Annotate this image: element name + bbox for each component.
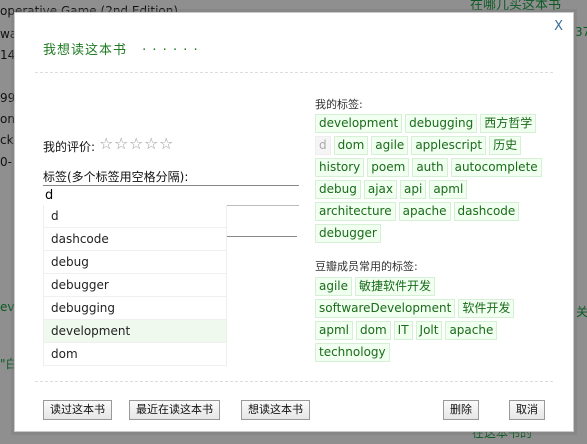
tag-chip[interactable]: agile [315,277,353,296]
tag-chip[interactable]: IT [393,321,413,340]
read-book-button[interactable]: 读过这本书 [43,400,112,420]
tag-chip[interactable]: debug [315,180,361,199]
tag-chip[interactable]: poem [367,158,410,177]
tag-chip[interactable]: debugging [405,114,478,133]
dialog-title-text: 我想读这本书 [43,43,128,58]
tag-chip[interactable]: api [400,180,427,199]
autocomplete-dropdown: d dashcode debug debugger debugging deve… [43,205,227,366]
tags-input[interactable] [43,185,299,206]
dialog-title: 我想读这本书 · · · · · · [43,39,199,58]
tag-chip[interactable]: auth [412,158,448,177]
tag-chip[interactable]: Jolt [415,321,443,340]
tag-chip[interactable]: autocomplete [450,158,542,177]
autocomplete-item[interactable]: debugger [44,274,226,297]
tag-chip[interactable]: debugger [315,224,381,243]
tags-label: 标签(多个标签用空格分隔): [43,170,189,184]
tag-chip[interactable]: architecture [315,202,396,221]
popular-tags-label: 豆瓣成员常用的标签: [315,260,418,273]
tag-chip[interactable]: apml [429,180,468,199]
tag-chip[interactable]: d [315,136,331,155]
tag-chip[interactable]: 西方哲学 [480,114,537,133]
divider [225,236,297,237]
autocomplete-item-active[interactable]: development [44,320,226,343]
cancel-button[interactable]: 取消 [509,400,545,420]
tag-chip[interactable]: softwareDevelopment [315,299,456,318]
bg-text-line: ck [0,133,14,147]
tag-chip[interactable]: apache [398,202,451,221]
tag-chip[interactable]: dom [333,136,369,155]
tag-chip[interactable]: agile [371,136,409,155]
rating-stars[interactable]: ☆☆☆☆☆ [99,134,174,153]
delete-button[interactable]: 删除 [443,400,479,420]
tag-chip[interactable]: history [315,158,365,177]
dialog-title-dots: · · · · · · [142,43,199,58]
want-book-button[interactable]: 想读这本书 [241,400,310,420]
tag-chip[interactable]: applescript [411,136,487,155]
tag-chip[interactable]: apache [445,321,498,340]
star-icon[interactable]: ☆ [129,134,144,153]
autocomplete-item[interactable]: dashcode [44,228,226,251]
autocomplete-item[interactable]: debug [44,251,226,274]
popular-tags-list: agile 敏捷软件开发 softwareDevelopment 软件开发 apml do… [315,277,545,365]
want-to-read-dialog: X 我想读这本书 · · · · · · 我的评价: ☆☆☆☆☆ 标签(多个标签… [14,12,574,432]
tag-chip[interactable]: development [315,114,403,133]
tag-chip[interactable]: apml [315,321,353,340]
my-tags-list: development debugging 西方哲学 d dom agile applesc… [315,114,545,246]
autocomplete-item[interactable]: dom [44,343,226,366]
tag-chip[interactable]: dom [356,321,391,340]
divider [35,381,553,382]
rating-label: 我的评价: [43,140,96,154]
bg-fragment: 37 [575,25,587,39]
autocomplete-item[interactable]: debugging [44,297,226,320]
tag-chip[interactable]: 历史 [489,136,522,155]
star-icon[interactable]: ☆ [159,134,174,153]
bg-text-line: 14 [0,48,16,62]
reading-book-button[interactable]: 最近在读这本书 [129,400,220,420]
tag-chip[interactable]: 软件开发 [458,299,515,318]
my-tags-label: 我的标签: [315,98,363,111]
star-icon[interactable]: ☆ [144,134,159,153]
autocomplete-item[interactable]: d [44,205,226,228]
tag-chip[interactable]: technology [315,343,390,362]
divider [35,72,553,73]
tag-chip[interactable]: 敏捷软件开发 [355,277,436,296]
bg-fragment: ev [0,300,15,314]
bg-text-line: 0- [0,155,12,169]
bg-fragment: 关 [576,305,587,319]
close-icon[interactable]: X [554,19,563,34]
star-icon[interactable]: ☆ [99,134,114,153]
star-icon[interactable]: ☆ [114,134,129,153]
tag-chip[interactable]: ajax [363,180,397,199]
tag-chip[interactable]: dashcode [453,202,520,221]
bg-text-line: 99 [0,91,16,105]
